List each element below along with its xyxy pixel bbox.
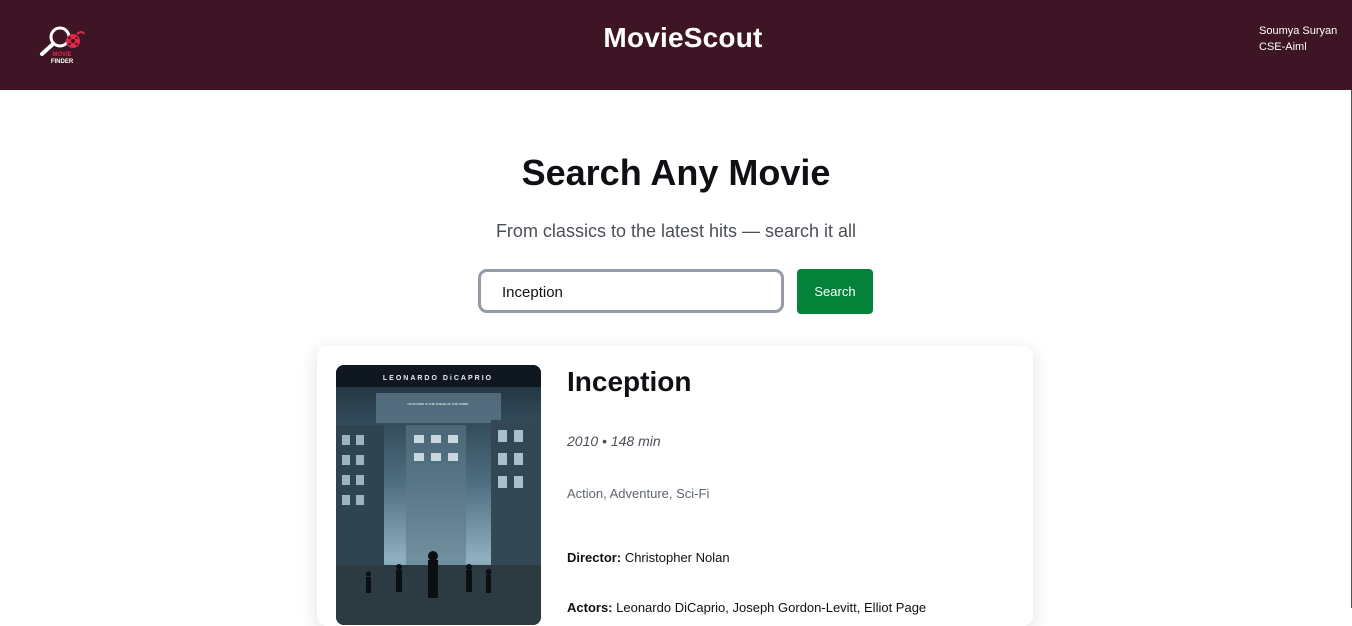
director-name: Christopher Nolan (624, 550, 730, 565)
movie-year-runtime: 2010 • 148 min (567, 433, 661, 449)
logo-text: MOVIE FINDER (36, 52, 88, 66)
movie-director: Director: Christopher Nolan (567, 550, 730, 565)
movie-poster: LEONARDO DiCAPRIO YOUR MIND IS THE SCENE… (336, 365, 541, 625)
search-input[interactable] (500, 272, 774, 312)
logo-line2: FINDER (50, 59, 74, 65)
user-name: Soumya Suryan (1259, 25, 1338, 37)
movie-result-card: LEONARDO DiCAPRIO YOUR MIND IS THE SCENE… (317, 346, 1033, 626)
page-subtitle: From classics to the latest hits — searc… (495, 221, 857, 241)
director-label: Director: (567, 550, 622, 565)
movie-title: Inception (567, 366, 692, 397)
app-title: MovieScout (603, 22, 763, 53)
poster-top-text: LEONARDO DiCAPRIO (383, 375, 493, 382)
poster-image: LEONARDO DiCAPRIO YOUR MIND IS THE SCENE… (336, 365, 541, 625)
page-heading: Search Any Movie (521, 152, 831, 193)
search-field[interactable] (478, 269, 784, 313)
top-header: MOVIE FINDER MovieScout Soumya Suryan CS… (0, 0, 1352, 90)
user-info: Soumya Suryan CSE-Aiml (1259, 23, 1337, 55)
search-button[interactable]: Search (797, 269, 873, 314)
poster-tagline: YOUR MIND IS THE SCENE OF THE CRIME. (407, 402, 469, 406)
user-department: CSE-Aiml (1259, 41, 1307, 53)
movie-genre: Action, Adventure, Sci-Fi (567, 486, 710, 501)
